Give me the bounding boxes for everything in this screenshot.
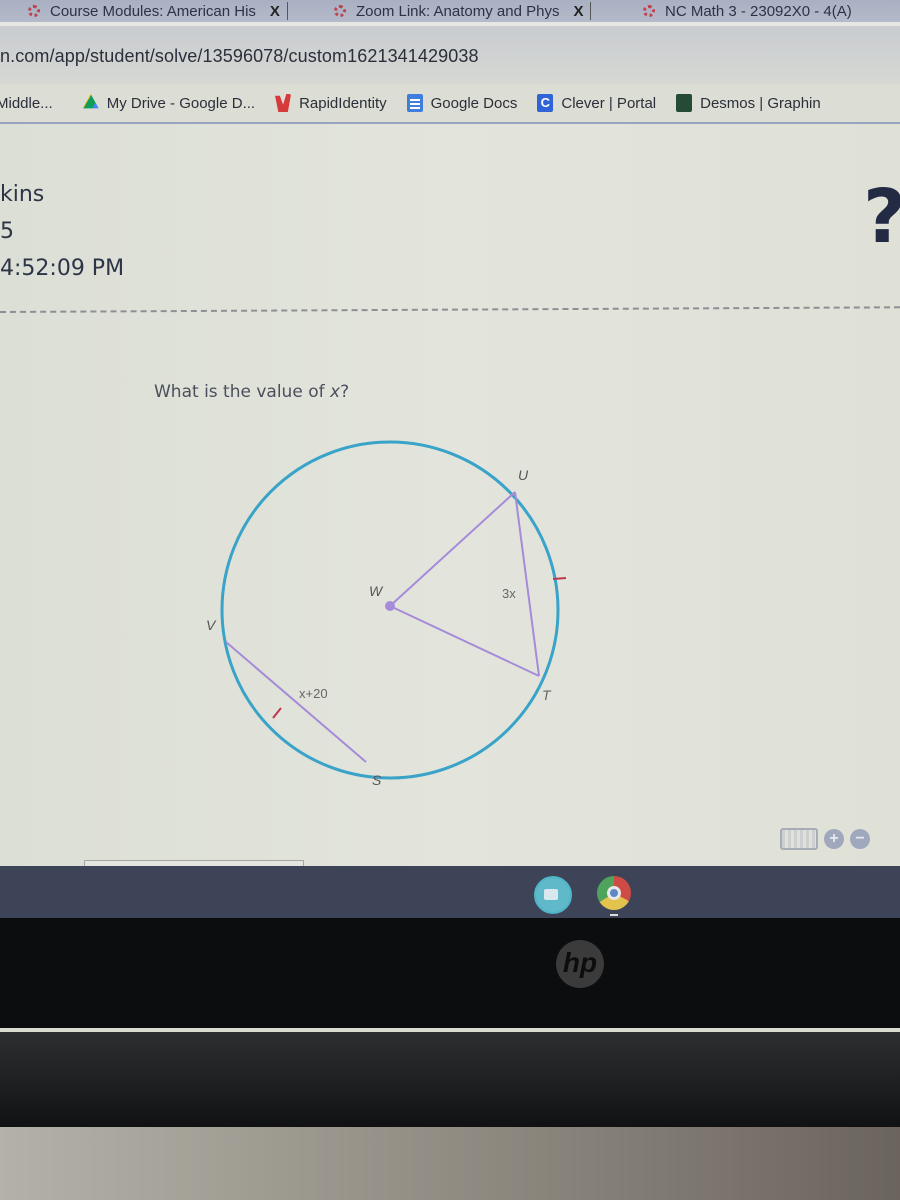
arc-tick-mark-VS <box>272 707 282 719</box>
help-icon[interactable]: ? <box>863 180 900 254</box>
url-text[interactable]: n.com/app/student/solve/13596078/custom1… <box>0 46 479 67</box>
tab-title: Zoom Link: Anatomy and Phys <box>356 2 560 20</box>
timestamp: 4:52:09 PM <box>0 256 125 281</box>
center-point-W <box>385 601 395 611</box>
label-U: U <box>518 467 529 483</box>
dashed-divider <box>0 306 900 313</box>
chord-UT <box>514 491 540 677</box>
chrome-app-icon[interactable] <box>597 876 631 910</box>
label-x-plus-20: x+20 <box>299 686 328 701</box>
laptop-hinge <box>0 1032 900 1127</box>
tab-zoom-link[interactable]: Zoom Link: Anatomy and Phys X <box>334 0 592 22</box>
desmos-icon <box>676 94 693 112</box>
hp-logo-icon: hp <box>556 940 604 988</box>
bookmark-rapididentity[interactable]: RapidIdentity <box>275 94 387 112</box>
circle-diagram: U W 3x T V x+20 S <box>206 440 567 788</box>
radius-WU <box>389 491 516 607</box>
os-shelf <box>0 866 900 918</box>
keyboard-icon[interactable] <box>780 828 818 850</box>
label-3x: 3x <box>502 586 516 601</box>
question-text: What is the value of x? <box>154 382 349 402</box>
canvas-favicon-icon <box>643 5 655 17</box>
zoom-app-icon[interactable] <box>534 876 572 914</box>
bookmark-label: RapidIdentity <box>299 94 387 112</box>
close-tab-icon[interactable]: X <box>270 3 280 20</box>
tab-title: Course Modules: American His <box>50 2 256 20</box>
laptop-bezel <box>0 918 900 1028</box>
running-indicator <box>610 914 618 916</box>
chord-VS <box>225 641 367 763</box>
bookmark-label: My Drive - Google D... <box>106 94 256 112</box>
student-info: kins 5 4:52:09 PM <box>0 176 124 287</box>
label-V: V <box>206 617 217 633</box>
canvas-favicon-icon <box>28 5 40 17</box>
bookmark-google-docs[interactable]: Google Docs <box>406 94 518 112</box>
bookmark-label: Clever | Portal <box>561 94 657 112</box>
canvas-favicon-icon <box>334 5 346 17</box>
bookmark-my-drive[interactable]: My Drive - Google D... <box>82 94 256 112</box>
tab-course-modules[interactable]: Course Modules: American His X <box>28 0 288 22</box>
zoom-out-button[interactable]: − <box>850 829 870 849</box>
bookmark-desmos[interactable]: Desmos | Graphin <box>676 94 821 112</box>
close-tab-icon[interactable]: X <box>573 3 583 20</box>
zoom-in-button[interactable]: + <box>824 829 844 849</box>
label-W: W <box>369 583 384 599</box>
rapididentity-icon <box>275 94 292 112</box>
bookmark-label: Desmos | Graphin <box>700 94 821 112</box>
student-name: kins <box>0 182 45 207</box>
tab-separator <box>286 2 288 20</box>
bookmark-label: Middle... <box>0 94 53 112</box>
label-T: T <box>542 687 552 703</box>
bookmark-middle[interactable]: Middle... <box>0 95 53 112</box>
student-score: 5 <box>0 219 14 244</box>
arc-tick-mark-UT <box>552 577 567 580</box>
tab-strip: Course Modules: American His X Zoom Link… <box>0 0 900 22</box>
google-docs-icon <box>406 94 423 112</box>
radius-WT <box>389 605 540 677</box>
google-drive-icon <box>82 94 99 109</box>
page-content: kins 5 4:52:09 PM ? What is the value of… <box>0 124 900 867</box>
bookmark-clever[interactable]: C Clever | Portal <box>537 94 656 112</box>
address-bar[interactable]: n.com/app/student/solve/13596078/custom1… <box>0 22 900 88</box>
question-suffix: ? <box>340 382 350 402</box>
tab-separator <box>590 2 592 20</box>
tab-title: NC Math 3 - 23092X0 - 4(A) <box>665 2 852 20</box>
bookmark-label: Google Docs <box>430 94 518 112</box>
clever-icon: C <box>537 94 554 112</box>
page-tools: + − <box>780 828 870 850</box>
label-S: S <box>372 772 382 788</box>
question-prefix: What is the value of <box>154 382 330 402</box>
tab-nc-math[interactable]: NC Math 3 - 23092X0 - 4(A) <box>643 0 852 22</box>
bookmarks-bar: Middle... My Drive - Google D... RapidId… <box>0 84 900 124</box>
question-variable: x <box>330 382 341 402</box>
desk-surface <box>0 1127 900 1200</box>
